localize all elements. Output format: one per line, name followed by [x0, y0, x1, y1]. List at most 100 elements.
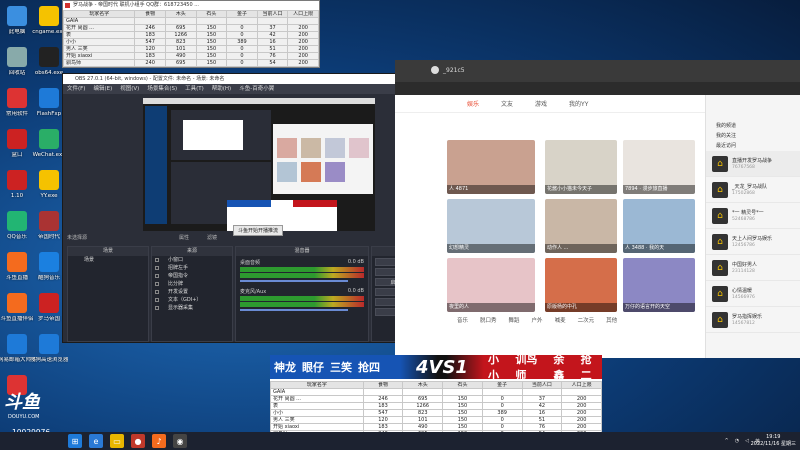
- source-item[interactable]: 小窗口: [152, 256, 232, 264]
- visibility-icon[interactable]: [155, 282, 159, 286]
- live-tile[interactable]: 万仔的语言开的天空: [623, 258, 695, 312]
- nav-tab[interactable]: 娱乐: [467, 99, 479, 108]
- app-icon[interactable]: ●: [131, 434, 145, 448]
- visibility-icon[interactable]: [155, 306, 159, 310]
- table-cell: 150: [195, 45, 228, 53]
- nav-tab[interactable]: 游戏: [535, 99, 547, 108]
- live-tile[interactable]: 人 3488 · 我的天: [623, 199, 695, 253]
- live-tile[interactable]: 动作人 ...: [545, 199, 617, 253]
- obs-menu-item[interactable]: 视图(V): [120, 84, 139, 94]
- live-tile-caption: 万仔的语言开的天空: [623, 303, 695, 312]
- recent-room-title: 直播开发罗马战争: [732, 157, 773, 164]
- table-cell: 823: [402, 409, 444, 417]
- folder-icon[interactable]: ▭: [110, 434, 124, 448]
- category-tag[interactable]: 其他: [606, 316, 617, 324]
- obs-titlebar[interactable]: OBS 27.0.1 (64-bit, windows) - 配置文件: 未命名…: [63, 74, 446, 84]
- category-tag[interactable]: 脱口秀: [480, 316, 497, 324]
- live-tile[interactable]: 幻想精灵: [447, 199, 535, 253]
- home-icon: ⌂: [712, 233, 728, 250]
- category-tag[interactable]: 户外: [532, 316, 543, 324]
- scene-item[interactable]: 场景: [68, 256, 148, 264]
- source-label: 小窗口: [168, 257, 184, 263]
- live-tile[interactable]: 夜里的人: [447, 258, 535, 312]
- avatar[interactable]: [431, 66, 439, 74]
- app-icon: [7, 129, 27, 149]
- category-tag[interactable]: 舞蹈: [509, 316, 520, 324]
- properties-button[interactable]: 属性: [179, 234, 189, 241]
- score-table-window[interactable]: 罗马战争 - 帝国时代 联机小组手 QQ群：618723450 ... 玩家名字…: [62, 0, 320, 68]
- source-item[interactable]: 比分牌: [152, 280, 232, 288]
- visibility-icon[interactable]: [155, 258, 159, 262]
- source-item[interactable]: 开发设置: [152, 288, 232, 296]
- table-cell: 547: [362, 409, 404, 417]
- obs-menu-item[interactable]: 工具(T): [185, 84, 204, 94]
- source-item[interactable]: 显示器采集: [152, 304, 232, 312]
- volume-slider[interactable]: [240, 309, 348, 311]
- column-header: 人口上限: [287, 10, 319, 18]
- sidebar-link[interactable]: 我的关注: [706, 131, 800, 141]
- table-cell: GAIA: [62, 17, 136, 25]
- obs-menu-item[interactable]: 斗鱼-百奇小翼: [239, 84, 274, 94]
- table-cell: 0: [481, 395, 523, 403]
- source-label: 帝国指令: [168, 273, 189, 279]
- visibility-icon[interactable]: [155, 274, 159, 278]
- filters-button[interactable]: 滤镜: [207, 234, 217, 241]
- score-window-title: 罗马战争 - 帝国时代 联机小组手 QQ群：618723450 ...: [73, 2, 200, 8]
- volume-slider[interactable]: [240, 280, 348, 282]
- clock[interactable]: 19:19 2022/11/16 星期三: [751, 434, 796, 448]
- source-item[interactable]: 招牌左手: [152, 264, 232, 272]
- recent-room[interactable]: ⌂ 中国好男人 23114128: [706, 255, 800, 281]
- recent-room[interactable]: ⌂ 罗马指挥娱乐 14567812: [706, 307, 800, 333]
- obs-menu-item[interactable]: 场景集合(S): [147, 84, 177, 94]
- app-titlebar[interactable]: _921c5: [395, 60, 800, 82]
- home-icon: ⌂: [712, 207, 728, 224]
- recent-room[interactable]: ⌂ 心情温暖 14566976: [706, 281, 800, 307]
- volume-icon[interactable]: ◁: [745, 438, 749, 444]
- category-tag[interactable]: 喊麦: [555, 316, 566, 324]
- visibility-icon[interactable]: [155, 290, 159, 294]
- sidebar-link[interactable]: 最近访问: [706, 141, 800, 151]
- recent-room[interactable]: ⌂ _天龙_罗马战队 17502868: [706, 177, 800, 203]
- sidebar-link[interactable]: 我的频道: [706, 121, 800, 131]
- douyu-icon[interactable]: ♪: [152, 434, 166, 448]
- table-cell: 0: [481, 402, 523, 410]
- table-cell: 男人 三笑: [270, 416, 364, 424]
- volume-meter: [240, 273, 364, 278]
- table-cell: 0: [481, 423, 523, 431]
- recent-room[interactable]: ⌂ *一 精灵号*一 52468786: [706, 203, 800, 229]
- chevron-up-icon[interactable]: ^: [725, 438, 729, 444]
- nav-tab[interactable]: 文友: [501, 99, 513, 108]
- start-icon[interactable]: ⊞: [68, 434, 82, 448]
- yy-icon: [39, 170, 59, 190]
- source-item[interactable]: 文本（GDI+）: [152, 296, 232, 304]
- obs-menu-item[interactable]: 编辑(E): [93, 84, 112, 94]
- live-tile-caption: 动作人 ...: [545, 244, 617, 253]
- streaming-app-window[interactable]: _921c5 娱乐 文友 游戏 我的YY 人 4871 花酱小小猫未今天子 7894 · …: [395, 60, 800, 358]
- recent-room[interactable]: ⌂ 天上人间罗马娱乐 12456786: [706, 229, 800, 255]
- live-tile[interactable]: 原版杨的中孔: [545, 258, 617, 312]
- live-tile[interactable]: 花酱小小猫未今天子: [545, 140, 617, 194]
- obs-menu-item[interactable]: 文件(F): [67, 84, 85, 94]
- recent-room[interactable]: ⌂ 直播开发罗马战争 76767568: [706, 151, 800, 177]
- obs-menu-item[interactable]: 帮助(H): [212, 84, 231, 94]
- obs-preview[interactable]: [143, 98, 375, 231]
- edge-icon[interactable]: e: [89, 434, 103, 448]
- visibility-icon[interactable]: [155, 266, 159, 270]
- column-header: 石头: [195, 10, 228, 18]
- mixer-channel-header: 麦克风/Aux 0.0 dB: [236, 288, 368, 295]
- obs-icon[interactable]: ◉: [173, 434, 187, 448]
- live-tile[interactable]: 7894 · 漫步旅直播: [623, 140, 695, 194]
- douyu-icon: [7, 293, 27, 313]
- category-tag[interactable]: 音乐: [457, 316, 468, 324]
- table-cell: 150: [195, 31, 228, 39]
- recent-room-id: 52468786: [732, 216, 755, 222]
- category-tag[interactable]: 二次元: [578, 316, 595, 324]
- live-tile[interactable]: 人 4871: [447, 140, 535, 194]
- score-window-titlebar[interactable]: 罗马战争 - 帝国时代 联机小组手 QQ群：618723450 ...: [63, 1, 319, 10]
- visibility-icon[interactable]: [155, 298, 159, 302]
- source-item[interactable]: 帝国指令: [152, 272, 232, 280]
- recent-room-title: *一 精灵号*一: [732, 209, 764, 216]
- obs-window[interactable]: OBS 27.0.1 (64-bit, windows) - 配置文件: 未命名…: [62, 73, 447, 343]
- network-icon[interactable]: ◔: [735, 438, 739, 444]
- nav-tab[interactable]: 我的YY: [569, 99, 588, 108]
